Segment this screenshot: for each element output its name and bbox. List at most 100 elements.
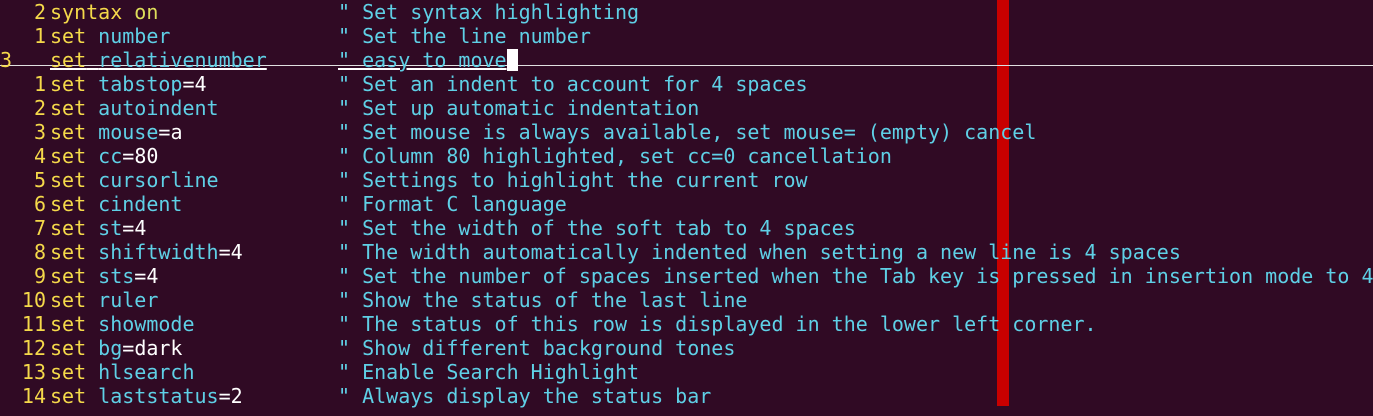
code-statement: set autoindent: [50, 96, 219, 120]
code-line[interactable]: 2 syntax on " Set syntax highlighting: [0, 0, 1373, 24]
comment: " Set the number of spaces inserted when…: [338, 264, 1373, 288]
code-statement: set hlsearch: [50, 360, 195, 384]
line-number: 6: [33, 192, 46, 216]
comment-text: " Set mouse is always available, set mou…: [338, 120, 1037, 144]
code-statement: set cindent: [50, 192, 182, 216]
option-name: number: [98, 24, 171, 48]
line-number: 9: [33, 264, 46, 288]
code-statement: set cursorline: [50, 168, 219, 192]
vim-keyword: set: [50, 24, 87, 48]
comment: " Column 80 highlighted, set cc=0 cancel…: [338, 144, 892, 168]
line-number: 13: [21, 360, 46, 384]
comment: " The width automatically indented when …: [338, 240, 1181, 264]
vim-keyword: set: [50, 264, 87, 288]
line-number: 14: [21, 384, 46, 408]
line-number: 12: [21, 336, 46, 360]
code-statement: set ruler: [50, 288, 158, 312]
comment: " Set the line number: [338, 24, 591, 48]
option-name: shiftwidth: [98, 240, 219, 264]
equals-sign: =: [122, 216, 135, 240]
line-number: 8: [33, 240, 46, 264]
code-statement: set laststatus=2: [50, 384, 243, 408]
code-line[interactable]: 10 set ruler " Show the status of the last…: [0, 288, 1373, 312]
option-value: dark: [134, 336, 183, 360]
option-name: autoindent: [98, 96, 219, 120]
comment: " Set the width of the soft tab to 4 spa…: [338, 216, 856, 240]
comment: " The status of this row is displayed in…: [338, 312, 1097, 336]
comment: " Show different background tones: [338, 336, 735, 360]
comment: " Enable Search Highlight: [338, 360, 639, 384]
comment-text: " Set up automatic indentation: [338, 96, 700, 120]
code-statement: set relativenumber: [50, 48, 267, 72]
line-number: 10: [21, 288, 46, 312]
option-name: cursorline: [98, 168, 219, 192]
comment-text: " The width automatically indented when …: [338, 240, 1181, 264]
code-line[interactable]: 8 set shiftwidth=4 " The width automatical…: [0, 240, 1373, 264]
option-value: 4: [194, 72, 207, 96]
equals-sign: =: [158, 120, 171, 144]
vim-keyword: set: [50, 48, 87, 72]
code-line[interactable]: 3 set mouse=a " Set mouse is always availa…: [0, 120, 1373, 144]
line-number: 3: [0, 48, 13, 72]
comment: " Set syntax highlighting: [338, 0, 639, 24]
option-value: 4: [146, 264, 159, 288]
line-number: 3: [33, 120, 46, 144]
code-line[interactable]: 4 set cc=80 " Column 80 highlighted, set c…: [0, 144, 1373, 168]
vim-keyword: set: [50, 240, 87, 264]
option-name: cc: [98, 144, 123, 168]
equals-sign: =: [122, 336, 135, 360]
comment-text: " Show the status of the last line: [338, 288, 748, 312]
code-line[interactable]: 1 set tabstop=4 " Set an indent to account…: [0, 72, 1373, 96]
comment-text: " Settings to highlight the current row: [338, 168, 808, 192]
vim-keyword: set: [50, 384, 87, 408]
code-statement: set sts=4: [50, 264, 158, 288]
vim-editor[interactable]: 2 syntax on " Set syntax highlighting 1 set …: [0, 0, 1373, 416]
comment-text: " Set the width of the soft tab to 4 spa…: [338, 216, 856, 240]
code-line[interactable]: 12 set bg=dark " Show different background…: [0, 336, 1373, 360]
equals-sign: =: [218, 384, 231, 408]
comment: " Set an indent to account for 4 spaces: [338, 72, 808, 96]
code-line[interactable]: 14 set laststatus=2 " Always display the s…: [0, 384, 1373, 408]
vim-keyword: set: [50, 216, 87, 240]
comment-text: " Set the number of spaces inserted when…: [338, 264, 1373, 288]
equals-sign: =: [122, 144, 135, 168]
code-line[interactable]: 2 set autoindent " Set up automatic indent…: [0, 96, 1373, 120]
vim-keyword: set: [50, 360, 87, 384]
equals-sign: =: [134, 264, 147, 288]
option-name: bg: [98, 336, 123, 360]
comment-text: " Set the line number: [338, 24, 591, 48]
line-number: 1: [33, 72, 46, 96]
code-statement: set cc=80: [50, 144, 158, 168]
option-name: ruler: [98, 288, 159, 312]
option-value: 80: [134, 144, 159, 168]
option-name: sts: [98, 264, 135, 288]
line-number: 1: [33, 24, 46, 48]
code-line[interactable]: 5 set cursorline " Settings to highlight t…: [0, 168, 1373, 192]
comment-text: " Set syntax highlighting: [338, 0, 640, 24]
code-line[interactable]: 13 set hlsearch " Enable Search Highlight: [0, 360, 1373, 384]
comment-text: " Enable Search Highlight: [338, 360, 640, 384]
code-line[interactable]: 7 set st=4 " Set the width of the soft tab…: [0, 216, 1373, 240]
line-number: 2: [33, 96, 46, 120]
vim-keyword: set: [50, 96, 87, 120]
option-name: st: [98, 216, 123, 240]
line-number: 2: [33, 0, 46, 24]
comment: " Settings to highlight the current row: [338, 168, 808, 192]
vim-keyword: set: [50, 312, 87, 336]
keyword-value: on: [134, 0, 159, 24]
code-line[interactable]: 6 set cindent " Format C language: [0, 192, 1373, 216]
line-number: 5: [33, 168, 46, 192]
current-line[interactable]: 3 set relativenumber " easy to move: [0, 48, 1373, 72]
code-line[interactable]: 11 set showmode " The status of this row i…: [0, 312, 1373, 336]
vim-keyword: set: [50, 144, 87, 168]
code-statement: set number: [50, 24, 170, 48]
line-number: 7: [33, 216, 46, 240]
vim-keyword: set: [50, 72, 87, 96]
option-name: relativenumber: [98, 48, 267, 72]
code-line[interactable]: 1 set number " Set the line number: [0, 24, 1373, 48]
comment-text: " Set an indent to account for 4 spaces: [338, 72, 808, 96]
editor-buffer[interactable]: 2 syntax on " Set syntax highlighting 1 set …: [0, 0, 1373, 408]
option-name: mouse: [98, 120, 159, 144]
option-value: 4: [134, 216, 147, 240]
code-line[interactable]: 9 set sts=4 " Set the number of spaces ins…: [0, 264, 1373, 288]
